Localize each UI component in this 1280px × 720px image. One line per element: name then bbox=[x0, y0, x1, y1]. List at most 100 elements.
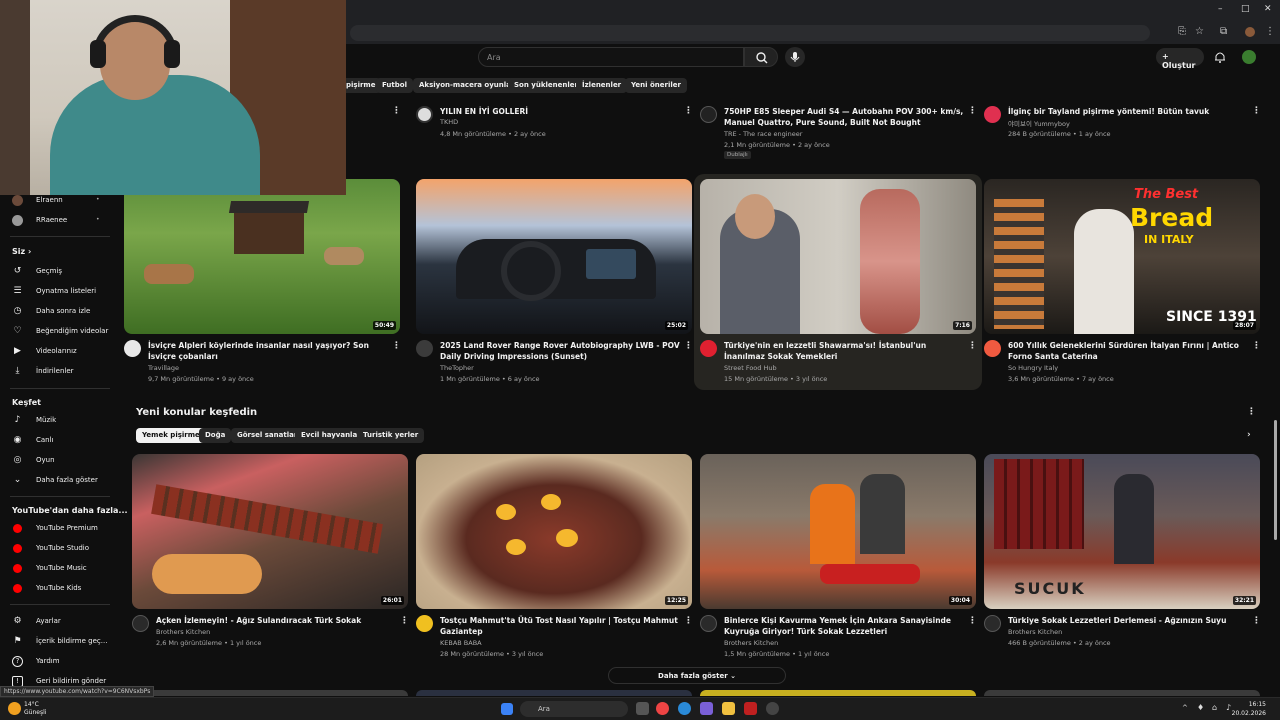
video-thumbnail[interactable]: 25:02 bbox=[416, 179, 692, 334]
sidebar-item-youtube-studio[interactable]: YouTube Studio bbox=[0, 540, 118, 558]
sidebar-item-playlists[interactable]: ☰ Oynatma listeleri bbox=[0, 283, 118, 301]
more-options-icon[interactable]: ⋮ bbox=[1252, 341, 1261, 351]
more-options-icon[interactable]: ⋮ bbox=[1252, 106, 1261, 116]
more-options-icon[interactable]: ⋮ bbox=[968, 616, 977, 626]
topic-chip-nature[interactable]: Doğa bbox=[199, 428, 232, 443]
channel-name[interactable]: 야미보이 Yummyboy bbox=[1008, 118, 1070, 128]
more-options-icon[interactable]: ⋮ bbox=[684, 616, 693, 626]
section-options-icon[interactable]: ⋮ bbox=[1247, 407, 1256, 417]
more-options-icon[interactable]: ⋮ bbox=[400, 616, 409, 626]
volume-icon[interactable]: ♪ bbox=[1226, 703, 1231, 712]
more-options-icon[interactable]: ⋮ bbox=[684, 106, 693, 116]
chip-new-to-you[interactable]: Yeni öneriler bbox=[625, 78, 687, 93]
voice-search-button[interactable] bbox=[785, 47, 805, 67]
notifications-bell-icon[interactable] bbox=[1213, 50, 1227, 64]
video-thumbnail-partial[interactable] bbox=[984, 690, 1260, 696]
account-avatar[interactable] bbox=[1242, 50, 1256, 64]
windows-start-icon[interactable] bbox=[501, 703, 513, 715]
video-thumbnail-partial[interactable] bbox=[416, 690, 692, 696]
sidebar-item-report-history[interactable]: ⚑ İçerik bildirme geç... bbox=[0, 633, 118, 651]
channel-name[interactable]: Brothers Kitchen bbox=[156, 628, 210, 636]
channel-name[interactable]: KEBAB BABA bbox=[440, 639, 482, 647]
sidebar-item-youtube-premium[interactable]: YouTube Premium bbox=[0, 520, 118, 538]
sidebar-item-settings[interactable]: ⚙ Ayarlar bbox=[0, 613, 118, 631]
video-title[interactable]: Tostçu Mahmut'ta Ütü Tost Nasıl Yapılır … bbox=[440, 615, 680, 637]
video-thumbnail[interactable]: 30:04 bbox=[700, 454, 976, 609]
sidebar-item-help[interactable]: ? Yardım bbox=[0, 653, 118, 671]
minimize-button[interactable]: – bbox=[1218, 4, 1223, 14]
install-icon[interactable]: ⎘ bbox=[1178, 26, 1186, 37]
sidebar-item-watch-later[interactable]: ◷ Daha sonra izle bbox=[0, 303, 118, 321]
video-thumbnail[interactable]: 50:49 bbox=[124, 179, 400, 334]
sidebar-item-downloads[interactable]: ⤓ İndirilenler bbox=[0, 363, 118, 381]
video-title[interactable]: Türkiye'nin en lezzetli Shawarma'sı! İst… bbox=[724, 340, 964, 362]
edge-icon[interactable] bbox=[678, 702, 691, 715]
app-icon[interactable] bbox=[744, 702, 757, 715]
chip-watched[interactable]: İzlenenler bbox=[576, 78, 628, 93]
topic-chip-visual-arts[interactable]: Görsel sanatlar bbox=[231, 428, 304, 443]
channel-avatar[interactable] bbox=[984, 106, 1001, 123]
video-thumbnail-partial[interactable] bbox=[700, 690, 976, 696]
scrollbar-thumb[interactable] bbox=[1274, 420, 1277, 540]
channel-name[interactable]: TKHD bbox=[440, 118, 458, 126]
chevron-right-icon[interactable]: › bbox=[1247, 430, 1251, 440]
more-options-icon[interactable]: ⋮ bbox=[968, 341, 977, 351]
browser-menu-icon[interactable]: ⋮ bbox=[1265, 26, 1275, 37]
video-title[interactable]: 2025 Land Rover Range Rover Autobiograph… bbox=[440, 340, 680, 362]
search-input[interactable]: Ara bbox=[478, 47, 744, 67]
sidebar-item-your-videos[interactable]: ▶ Videolarınız bbox=[0, 343, 118, 361]
address-bar[interactable] bbox=[350, 25, 1150, 41]
network-icon[interactable]: ⌂ bbox=[1212, 703, 1217, 712]
you-heading[interactable]: Siz › bbox=[12, 247, 31, 256]
video-thumbnail[interactable]: 26:01 bbox=[132, 454, 408, 609]
taskbar-clock[interactable]: 16:15 20.02.2026 bbox=[1232, 700, 1266, 718]
sidebar-item-youtube-music[interactable]: YouTube Music bbox=[0, 560, 118, 578]
video-title[interactable]: İsviçre Alpleri köylerinde insanlar nası… bbox=[148, 340, 388, 362]
channel-avatar[interactable] bbox=[984, 340, 1001, 357]
channel-avatar[interactable] bbox=[416, 340, 433, 357]
more-options-icon[interactable]: ⋮ bbox=[684, 341, 693, 351]
channel-name[interactable]: TRE - The race engineer bbox=[724, 130, 802, 138]
channel-name[interactable]: So Hungry Italy bbox=[1008, 364, 1058, 372]
more-options-icon[interactable]: ⋮ bbox=[392, 106, 401, 116]
video-title[interactable]: YILIN EN İYİ GOLLERİ bbox=[440, 106, 680, 117]
more-options-icon[interactable]: ⋮ bbox=[392, 341, 401, 351]
video-title[interactable]: 600 Yıllık Geleneklerini Sürdüren İtalya… bbox=[1008, 340, 1248, 362]
channel-avatar[interactable] bbox=[700, 340, 717, 357]
obs-icon[interactable] bbox=[766, 702, 779, 715]
channel-name[interactable]: TheTopher bbox=[440, 364, 474, 372]
video-thumbnail[interactable]: The Best Bread IN ITALY SINCE 1391 28:07 bbox=[984, 179, 1260, 334]
weather-widget[interactable]: 14°C Güneşli bbox=[24, 701, 46, 717]
close-window-button[interactable]: ✕ bbox=[1264, 4, 1272, 14]
channel-name[interactable]: Brothers Kitchen bbox=[1008, 628, 1062, 636]
channel-name[interactable]: Brothers Kitchen bbox=[724, 639, 778, 647]
sidebar-item-music[interactable]: ♪ Müzik bbox=[0, 412, 118, 430]
chip-football[interactable]: Futbol bbox=[376, 78, 413, 93]
sidebar-show-more[interactable]: ⌄ Daha fazla göster bbox=[0, 472, 118, 490]
channel-avatar[interactable] bbox=[416, 615, 433, 632]
topic-chip-cooking[interactable]: Yemek pişirme bbox=[136, 428, 206, 443]
maximize-button[interactable]: □ bbox=[1241, 4, 1250, 14]
channel-avatar[interactable] bbox=[984, 615, 1001, 632]
sidebar-item-history[interactable]: ↺ Geçmiş bbox=[0, 263, 118, 281]
taskbar-search[interactable]: Ara bbox=[520, 701, 628, 717]
extensions-icon[interactable]: ⧉ bbox=[1220, 26, 1227, 37]
chip-recently-uploaded[interactable]: Son yüklenenler bbox=[508, 78, 584, 93]
topic-chip-tourist-places[interactable]: Turistik yerler bbox=[357, 428, 425, 443]
microphone-tray-icon[interactable]: ♦ bbox=[1197, 703, 1204, 712]
topic-chip-pets[interactable]: Evcil hayvanlar bbox=[295, 428, 367, 443]
chrome-icon[interactable] bbox=[656, 702, 669, 715]
chip-action-adventure[interactable]: Aksiyon-macera oyunları bbox=[413, 78, 523, 93]
sidebar-item-liked-videos[interactable]: ♡ Beğendiğim videolar bbox=[0, 323, 118, 341]
channel-name[interactable]: Street Food Hub bbox=[724, 364, 777, 372]
app-icon[interactable] bbox=[700, 702, 713, 715]
video-thumbnail[interactable]: SUCUK 32:21 bbox=[984, 454, 1260, 609]
profile-icon[interactable] bbox=[1245, 27, 1255, 37]
channel-avatar[interactable] bbox=[124, 340, 141, 357]
search-button[interactable] bbox=[744, 47, 778, 67]
video-thumbnail-partial[interactable] bbox=[132, 690, 408, 696]
channel-name[interactable]: Travillage bbox=[148, 364, 179, 372]
video-title[interactable]: Açken İzlemeyin! - Ağız Sulandıracak Tür… bbox=[156, 615, 396, 626]
video-title[interactable]: Binlerce Kişi Kavurma Yemek İçin Ankara … bbox=[724, 615, 964, 637]
video-title[interactable]: Türkiye Sokak Lezzetleri Derlemesi - Ağz… bbox=[1008, 615, 1248, 626]
